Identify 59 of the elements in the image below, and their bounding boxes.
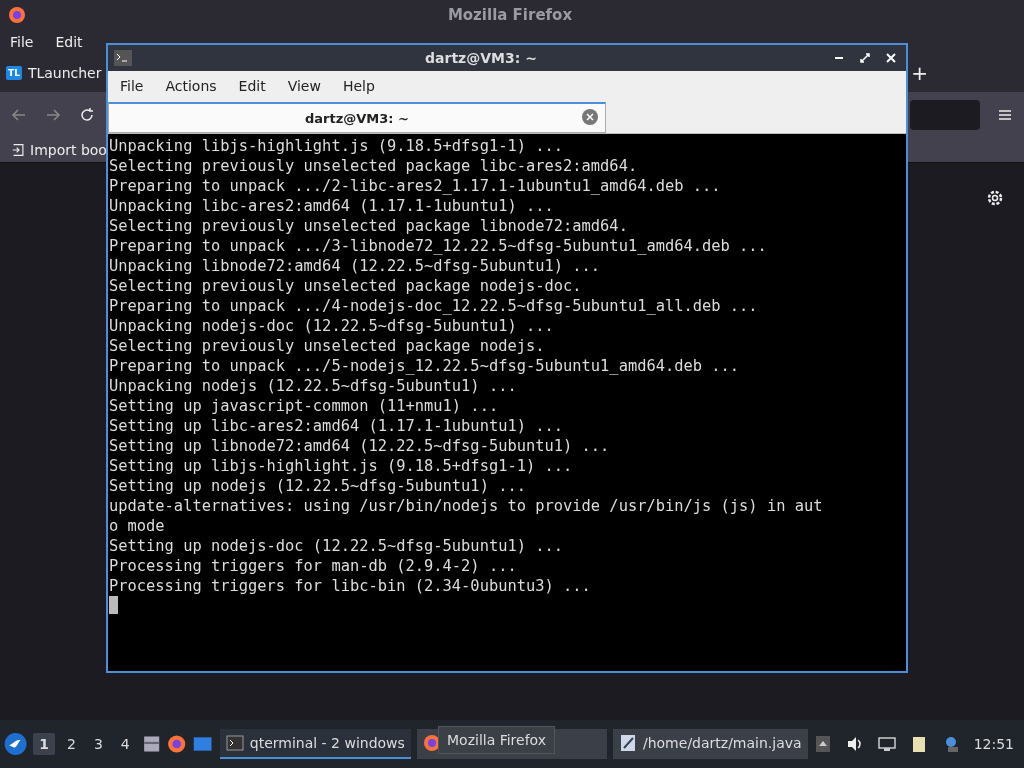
terminal-line: Unpacking nodejs-doc (12.22.5~dfsg-5ubuntu1) ... bbox=[109, 316, 555, 336]
terminal-line: Unpacking libc-ares2:amd64 (1.17.1-1ubuntu1) ... bbox=[109, 196, 555, 216]
terminal-tab[interactable]: dartz@VM3: ~ bbox=[108, 102, 606, 133]
tab-favicon: TL bbox=[6, 66, 22, 80]
terminal-icon bbox=[225, 734, 244, 752]
url-field[interactable] bbox=[910, 100, 980, 130]
menu-item[interactable]: Edit bbox=[238, 78, 266, 94]
terminal-line: Unpacking libjs-highlight.js (9.18.5+dfsg1-1) ... bbox=[109, 136, 565, 156]
document-icon bbox=[618, 734, 637, 752]
terminal-line: Selecting previously unselected package nodejs. bbox=[109, 336, 546, 356]
terminal-line: Setting up javascript-common (11+nmu1) ... bbox=[109, 396, 500, 416]
terminal-line: Processing triggers for libc-bin (2.34-0ubuntu3) ... bbox=[109, 576, 592, 596]
terminal-line: Processing triggers for man-db (2.9.4-2) ... bbox=[109, 556, 518, 576]
taskbar-button[interactable]: qterminal - 2 windows bbox=[219, 729, 411, 759]
import-icon bbox=[12, 143, 26, 157]
text-cursor bbox=[109, 596, 118, 614]
terminal-line: Selecting previously unselected package libc-ares2:amd64. bbox=[109, 156, 639, 176]
menu-item[interactable]: View bbox=[287, 78, 321, 94]
terminal-line: Unpacking nodejs (12.22.5~dfsg-5ubuntu1) ... bbox=[109, 376, 518, 396]
window-title: Mozilla Firefox bbox=[446, 6, 574, 24]
terminal-line: o mode bbox=[109, 516, 166, 536]
firefox-icon[interactable] bbox=[167, 734, 187, 754]
tooltip: Mozilla Firefox bbox=[438, 726, 556, 754]
window-icon[interactable] bbox=[192, 734, 214, 754]
file-cabinet-icon[interactable] bbox=[141, 734, 162, 754]
desktop-switcher[interactable]: 2 bbox=[61, 733, 82, 755]
terminal-line: Setting up libc-ares2:amd64 (1.17.1-1ubuntu1) ... bbox=[109, 416, 565, 436]
terminal-line: update-alternatives: using /usr/bin/nodejs to provide /usr/bin/js (js) in aut bbox=[109, 496, 824, 516]
browser-tab[interactable]: TL TLauncher bbox=[6, 54, 102, 92]
terminal-line: Preparing to unpack .../5-nodejs_12.22.5~dfsg-5ubuntu1_amd64.deb ... bbox=[109, 356, 741, 376]
terminal-line: Setting up nodejs-doc (12.22.5~dfsg-5ubuntu1) ... bbox=[109, 536, 565, 556]
firefox-icon bbox=[8, 6, 26, 24]
menu-item[interactable]: Help bbox=[342, 78, 375, 94]
volume-icon[interactable] bbox=[845, 735, 864, 753]
menu-item[interactable]: Edit bbox=[55, 34, 83, 50]
terminal-line: Unpacking libnode72:amd64 (12.22.5~dfsg-5ubuntu1) ... bbox=[109, 256, 602, 276]
terminal-line: Setting up libnode72:amd64 (12.22.5~dfsg-5ubuntu1) ... bbox=[109, 436, 611, 456]
reload-icon[interactable] bbox=[78, 106, 96, 124]
menu-item[interactable]: File bbox=[10, 34, 34, 50]
terminal-line: Setting up nodejs (12.22.5~dfsg-5ubuntu1) ... bbox=[109, 476, 527, 496]
menu-item[interactable]: Actions bbox=[165, 78, 217, 94]
terminal-line: Preparing to unpack .../4-nodejs-doc_12.22.5~dfsg-5ubuntu1_all.deb ... bbox=[109, 296, 759, 316]
desktop-switcher[interactable]: 1 bbox=[33, 733, 55, 755]
new-tab-button[interactable]: + bbox=[911, 61, 928, 85]
desktop-switcher[interactable]: 3 bbox=[87, 733, 109, 755]
clock-time: 12:51 bbox=[973, 736, 1014, 752]
taskbar-button[interactable]: /home/dartz/main.java bbox=[612, 729, 808, 759]
window-title: dartz@VM3: ~ bbox=[424, 50, 538, 66]
terminal-line: Preparing to unpack .../3-libnode72_12.22.5~dfsg-5ubuntu1_amd64.deb ... bbox=[109, 236, 768, 256]
terminal-icon bbox=[114, 49, 132, 67]
terminal-line: Selecting previously unselected package libnode72:amd64. bbox=[109, 216, 629, 236]
firefox-icon bbox=[422, 734, 441, 752]
terminal-line: Setting up libjs-highlight.js (9.18.5+dfsg1-1) ... bbox=[109, 456, 574, 476]
bookmark-item[interactable]: Import boo bbox=[30, 142, 107, 158]
terminal-line: Preparing to unpack .../2-libc-ares2_1.17.1-1ubuntu1_amd64.deb ... bbox=[109, 176, 722, 196]
terminal-line: Selecting previously unselected package nodejs-doc. bbox=[109, 276, 583, 296]
menu-item[interactable]: File bbox=[120, 78, 144, 94]
desktop-switcher[interactable]: 4 bbox=[114, 733, 136, 755]
settings-icon[interactable] bbox=[986, 189, 1004, 207]
